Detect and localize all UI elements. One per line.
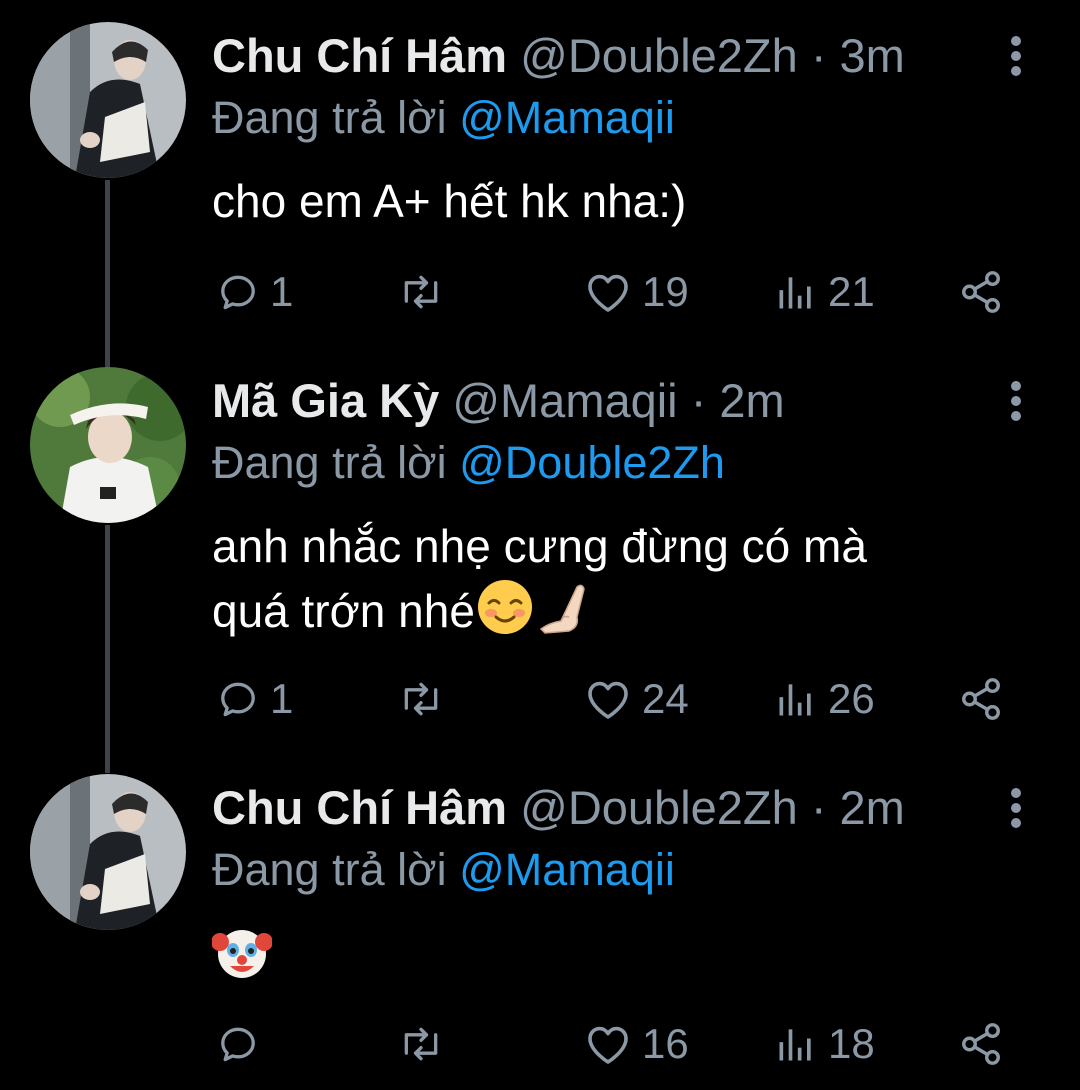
retweet-button[interactable] xyxy=(397,1014,455,1074)
tweet-header: Chu Chí Hâm @Double2Zh · 3m xyxy=(212,28,905,84)
tweet-text: cho em A+ hết hk nha:) xyxy=(212,170,1012,232)
reply-prefix: Đang trả lời xyxy=(212,92,447,143)
reply-mention[interactable]: @Mamaqii xyxy=(459,92,675,143)
retweet-icon xyxy=(404,682,438,716)
reply-count: 1 xyxy=(270,675,294,722)
views-button[interactable]: 18 xyxy=(774,1014,875,1074)
share-icon xyxy=(962,271,1000,313)
tweet-text-fragment: quá trớn nhé xyxy=(212,585,475,637)
views-button[interactable]: 21 xyxy=(774,262,875,322)
reply-icon xyxy=(221,275,255,310)
like-button[interactable]: 24 xyxy=(584,669,689,729)
view-count: 26 xyxy=(828,675,875,722)
reply-button[interactable]: 1 xyxy=(216,262,293,322)
tweet-text: anh nhắc nhẹ cưng đừng có mà quá trớn nh… xyxy=(212,515,1012,652)
tweet[interactable]: Chu Chí Hâm @Double2Zh · 3m Đang trả lời… xyxy=(0,0,1080,340)
separator: · xyxy=(810,781,827,834)
share-icon xyxy=(962,678,1000,720)
separator: · xyxy=(810,29,827,82)
action-bar: 1 24 26 xyxy=(212,669,1012,729)
reply-context: Đang trả lời @Double2Zh xyxy=(212,435,725,491)
handle[interactable]: @Double2Zh xyxy=(520,781,798,834)
more-options-button[interactable] xyxy=(1000,784,1032,834)
tweet-header: Chu Chí Hâm @Double2Zh · 2m xyxy=(212,780,905,836)
reply-prefix: Đang trả lời xyxy=(212,844,447,895)
handle[interactable]: @Mamaqii xyxy=(452,374,677,427)
like-icon xyxy=(588,681,628,719)
display-name[interactable]: Chu Chí Hâm xyxy=(212,29,507,82)
reply-context: Đang trả lời @Mamaqii xyxy=(212,842,675,898)
share-button[interactable] xyxy=(958,262,1004,322)
tweet[interactable]: Chu Chí Hâm @Double2Zh · 2m Đang trả lời… xyxy=(0,752,1080,1090)
timestamp[interactable]: 2m xyxy=(719,374,784,427)
view-count: 21 xyxy=(828,268,875,315)
handle[interactable]: @Double2Zh xyxy=(520,29,798,82)
timestamp[interactable]: 3m xyxy=(840,29,905,82)
retweet-button[interactable] xyxy=(397,669,455,729)
timestamp[interactable]: 2m xyxy=(840,781,905,834)
like-count: 24 xyxy=(642,675,689,722)
display-name[interactable]: Chu Chí Hâm xyxy=(212,781,507,834)
display-name[interactable]: Mã Gia Kỳ xyxy=(212,374,439,427)
views-icon xyxy=(779,684,811,716)
retweet-icon xyxy=(404,1027,438,1061)
palm-hand-emoji-icon xyxy=(535,577,595,652)
tweet[interactable]: Mã Gia Kỳ @Mamaqii · 2m Đang trả lời @Do… xyxy=(0,345,1080,745)
reply-count: 1 xyxy=(270,268,294,315)
share-button[interactable] xyxy=(958,669,1004,729)
avatar-image xyxy=(30,367,186,523)
like-button[interactable]: 16 xyxy=(584,1014,689,1074)
like-icon xyxy=(588,1026,628,1064)
retweet-icon xyxy=(404,275,438,309)
more-icon xyxy=(1011,788,1021,828)
tweet-text-line: cho em A+ hết hk nha:) xyxy=(212,175,687,227)
reply-icon xyxy=(221,1027,255,1062)
share-icon xyxy=(962,1023,1000,1065)
action-bar: 16 18 xyxy=(212,1014,1012,1074)
reply-button[interactable] xyxy=(216,1014,270,1074)
tweet-header: Mã Gia Kỳ @Mamaqii · 2m xyxy=(212,373,785,429)
tweet-text-line: quá trớn nhé xyxy=(212,577,1012,652)
more-options-button[interactable] xyxy=(1000,32,1032,82)
avatar[interactable] xyxy=(30,774,186,930)
avatar[interactable] xyxy=(30,367,186,523)
like-icon xyxy=(588,274,628,312)
reply-mention[interactable]: @Double2Zh xyxy=(459,437,725,488)
reply-button[interactable]: 1 xyxy=(216,669,293,729)
more-icon xyxy=(1011,381,1021,421)
like-count: 19 xyxy=(642,268,689,315)
reply-prefix: Đang trả lời xyxy=(212,437,447,488)
avatar[interactable] xyxy=(30,22,186,178)
clown-face-emoji-icon xyxy=(211,922,273,997)
views-icon xyxy=(779,1029,811,1061)
separator: · xyxy=(690,374,707,427)
like-button[interactable]: 19 xyxy=(584,262,689,322)
avatar-image xyxy=(30,774,186,930)
reply-mention[interactable]: @Mamaqii xyxy=(459,844,675,895)
more-options-button[interactable] xyxy=(1000,377,1032,427)
views-icon xyxy=(779,277,811,309)
action-bar: 1 19 21 xyxy=(212,262,1012,322)
avatar-image xyxy=(30,22,186,178)
smiling-face-emoji-icon xyxy=(475,577,535,652)
share-button[interactable] xyxy=(958,1014,1004,1074)
like-count: 16 xyxy=(642,1020,689,1067)
retweet-button[interactable] xyxy=(397,262,455,322)
view-count: 18 xyxy=(828,1020,875,1067)
tweet-text xyxy=(211,922,1012,997)
tweet-text-line: anh nhắc nhẹ cưng đừng có mà xyxy=(212,520,867,572)
more-icon xyxy=(1011,36,1021,76)
reply-icon xyxy=(221,682,255,717)
reply-context: Đang trả lời @Mamaqii xyxy=(212,90,675,146)
views-button[interactable]: 26 xyxy=(774,669,875,729)
